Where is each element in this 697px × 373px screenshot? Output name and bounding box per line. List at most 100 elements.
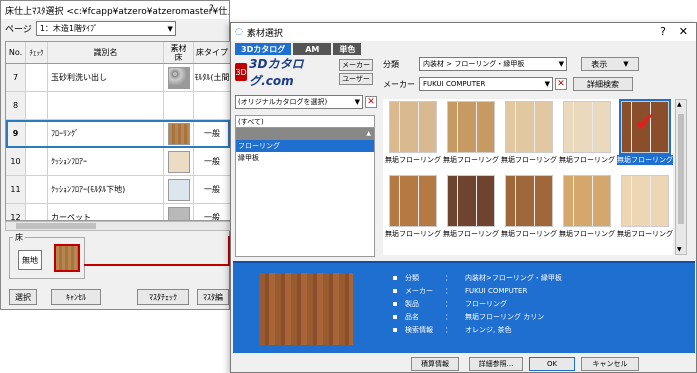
maker-button[interactable]: メーカー bbox=[339, 59, 373, 71]
col-type: 床タイプ bbox=[196, 48, 228, 57]
material-thumbnail[interactable]: 無垢フローリング... bbox=[385, 175, 441, 239]
scroll-thumb[interactable] bbox=[16, 223, 96, 229]
cushion-swatch bbox=[167, 150, 190, 173]
thumbnail-label: 無垢フローリング... bbox=[617, 230, 673, 238]
table-row-selected[interactable]: 9 ﾌﾛｰﾘﾝｸﾞ 一般 bbox=[6, 120, 230, 148]
master-edit-button[interactable]: ﾏｽﾀ編 bbox=[197, 289, 229, 305]
catalog-tabs: 3Dカタログ AM 単色 bbox=[235, 43, 362, 55]
row-material[interactable] bbox=[164, 92, 194, 119]
material-thumbnail[interactable]: 無垢フローリング... bbox=[559, 175, 615, 239]
clear-maker-button[interactable]: ✕ bbox=[555, 78, 567, 90]
row-check[interactable] bbox=[26, 148, 48, 175]
row-no: 8 bbox=[6, 92, 26, 119]
page-select[interactable]: 1：木造1階ﾀｲﾌﾟ ▼ bbox=[35, 21, 176, 36]
thumbnail-image bbox=[505, 101, 553, 153]
table-row[interactable]: 10 ｸｯｼｮﾝﾌﾛｱｰ 一般 bbox=[6, 148, 230, 176]
row-material[interactable] bbox=[164, 204, 194, 220]
material-thumbnail[interactable]: 無垢フローリング... bbox=[559, 101, 615, 165]
user-button[interactable]: ユーザー bbox=[339, 73, 373, 85]
chevron-down-icon: ▼ bbox=[558, 60, 564, 68]
catalog-logo-mark: 3D bbox=[235, 63, 248, 81]
info-colon: ： bbox=[445, 273, 452, 282]
maker-select[interactable]: FUKUI COMPUTER ▼ bbox=[419, 77, 553, 91]
row-check[interactable] bbox=[26, 64, 48, 91]
table-row[interactable]: 12 カーペット 一般 bbox=[6, 204, 230, 221]
thumbnail-image bbox=[447, 101, 495, 153]
table-row[interactable]: 11 ｸｯｼｮﾝﾌﾛｱｰ(ﾓﾙﾀﾙ下地) 一般 bbox=[6, 176, 230, 204]
thumbnail-grid: 無垢フローリング...無垢フローリング...無垢フローリング...無垢フローリン… bbox=[383, 99, 673, 255]
col-material: 素材 床 bbox=[164, 42, 194, 63]
cushion-light-swatch bbox=[167, 178, 190, 201]
material-thumbnail[interactable]: 無垢フローリング... bbox=[501, 101, 557, 165]
category-item-board[interactable]: 縁甲板 bbox=[236, 152, 374, 164]
view-button-label: 表示 bbox=[591, 59, 608, 69]
chevron-down-icon: ▼ bbox=[167, 25, 173, 33]
row-material[interactable] bbox=[164, 120, 194, 147]
material-thumbnail[interactable]: 無垢フローリング... bbox=[385, 101, 441, 165]
scroll-down-icon[interactable]: ▼ bbox=[677, 246, 682, 253]
clear-catalog-button[interactable]: ✕ bbox=[365, 96, 377, 108]
tab-am[interactable]: AM bbox=[293, 43, 332, 55]
row-material[interactable] bbox=[164, 148, 194, 175]
info-row: 品名 ： 無垢フローリング カリン bbox=[393, 310, 562, 323]
ok-button[interactable]: OK bbox=[529, 357, 575, 371]
row-material[interactable] bbox=[164, 64, 194, 91]
back-help-button[interactable]: ? bbox=[209, 4, 214, 14]
catalog-select[interactable]: (オリジナルカタログを選択) ▼ bbox=[235, 95, 363, 109]
cancel-button[interactable]: ｷｬﾝｾﾙ bbox=[51, 289, 101, 305]
info-colon: ： bbox=[445, 299, 452, 308]
grid-header: No. ﾁｪｯｸ 識別名 素材 床 床タイプ bbox=[6, 42, 230, 64]
bullet-icon bbox=[393, 326, 405, 334]
category-item-flooring[interactable]: フローリング bbox=[236, 140, 374, 152]
cancel-button[interactable]: キャンセル bbox=[581, 357, 639, 371]
scroll-up-icon[interactable]: ▲ bbox=[677, 101, 682, 108]
material-thumbnail[interactable]: 無垢フローリング... bbox=[443, 101, 499, 165]
help-button[interactable]: ? bbox=[660, 25, 666, 38]
detail-search-button[interactable]: 詳細検索 bbox=[573, 77, 633, 91]
close-button[interactable]: ✕ bbox=[679, 25, 688, 38]
tab-solid-color[interactable]: 単色 bbox=[333, 43, 362, 55]
row-check[interactable] bbox=[26, 120, 48, 147]
row-check[interactable] bbox=[26, 176, 48, 203]
view-button[interactable]: 表示 ▼ bbox=[581, 57, 639, 71]
callout-line bbox=[84, 264, 230, 266]
chevron-down-icon: ▼ bbox=[544, 80, 550, 88]
check-icon: ✔ bbox=[634, 108, 656, 138]
col-name: 識別名 bbox=[48, 42, 164, 63]
material-info-panel: 分類 ： 内装材>フローリング・縁甲板 メーカー ： FUKUI COMPUTER 製品… bbox=[233, 261, 695, 353]
row-name bbox=[48, 92, 164, 119]
material-thumbnail[interactable]: 無垢フローリング... bbox=[617, 175, 673, 239]
row-check[interactable] bbox=[26, 92, 48, 119]
classification-select[interactable]: 内装材 > フローリング・縁甲板 ▼ bbox=[419, 57, 567, 71]
floor-material-swatch[interactable] bbox=[54, 244, 80, 272]
thumbnail-label: 無垢フローリング... bbox=[443, 230, 499, 238]
estimate-info-button[interactable]: 積算情報 bbox=[411, 357, 459, 371]
thumbnail-scrollbar[interactable]: ▲ ▼ bbox=[675, 99, 687, 255]
grid-horizontal-scrollbar[interactable] bbox=[5, 221, 231, 231]
material-thumbnail[interactable]: 無垢フローリング... bbox=[501, 175, 557, 239]
material-thumbnail[interactable]: 無垢フローリング... bbox=[443, 175, 499, 239]
info-value: オレンジ, 茶色 bbox=[465, 325, 512, 334]
row-name: ｸｯｼｮﾝﾌﾛｱｰ bbox=[48, 148, 164, 175]
master-check-button[interactable]: ﾏｽﾀﾁｪｯｸ bbox=[137, 289, 189, 305]
classification-label: 分類 bbox=[383, 60, 399, 69]
category-all[interactable]: (すべて) bbox=[236, 116, 374, 128]
table-row[interactable]: 7 玉砂利洗い出し ﾓﾙﾀﾙ(土間 bbox=[6, 64, 230, 92]
thumbnail-image bbox=[621, 175, 669, 227]
maker-value: FUKUI COMPUTER bbox=[423, 80, 486, 88]
row-name: カーペット bbox=[48, 204, 164, 220]
info-value: 無垢フローリング カリン bbox=[465, 312, 545, 321]
plain-button[interactable]: 無地 bbox=[18, 250, 42, 270]
detail-reference-button[interactable]: 詳細参照... bbox=[469, 357, 523, 371]
scroll-thumb[interactable] bbox=[678, 114, 684, 224]
tab-3d-catalog[interactable]: 3Dカタログ bbox=[235, 43, 292, 55]
table-row[interactable]: 8 bbox=[6, 92, 230, 120]
catalog-logo-text: 3Dカタログ.com bbox=[249, 57, 304, 88]
row-type: 一般 bbox=[204, 213, 220, 221]
select-button[interactable]: 選択 bbox=[9, 289, 37, 305]
thumbnail-image bbox=[563, 101, 611, 153]
row-check[interactable] bbox=[26, 204, 48, 220]
category-list: (すべて) ▲ フローリング 縁甲板 bbox=[235, 115, 375, 257]
material-thumbnail[interactable]: ✔ 無垢フローリング... bbox=[617, 99, 673, 165]
row-material[interactable] bbox=[164, 176, 194, 203]
